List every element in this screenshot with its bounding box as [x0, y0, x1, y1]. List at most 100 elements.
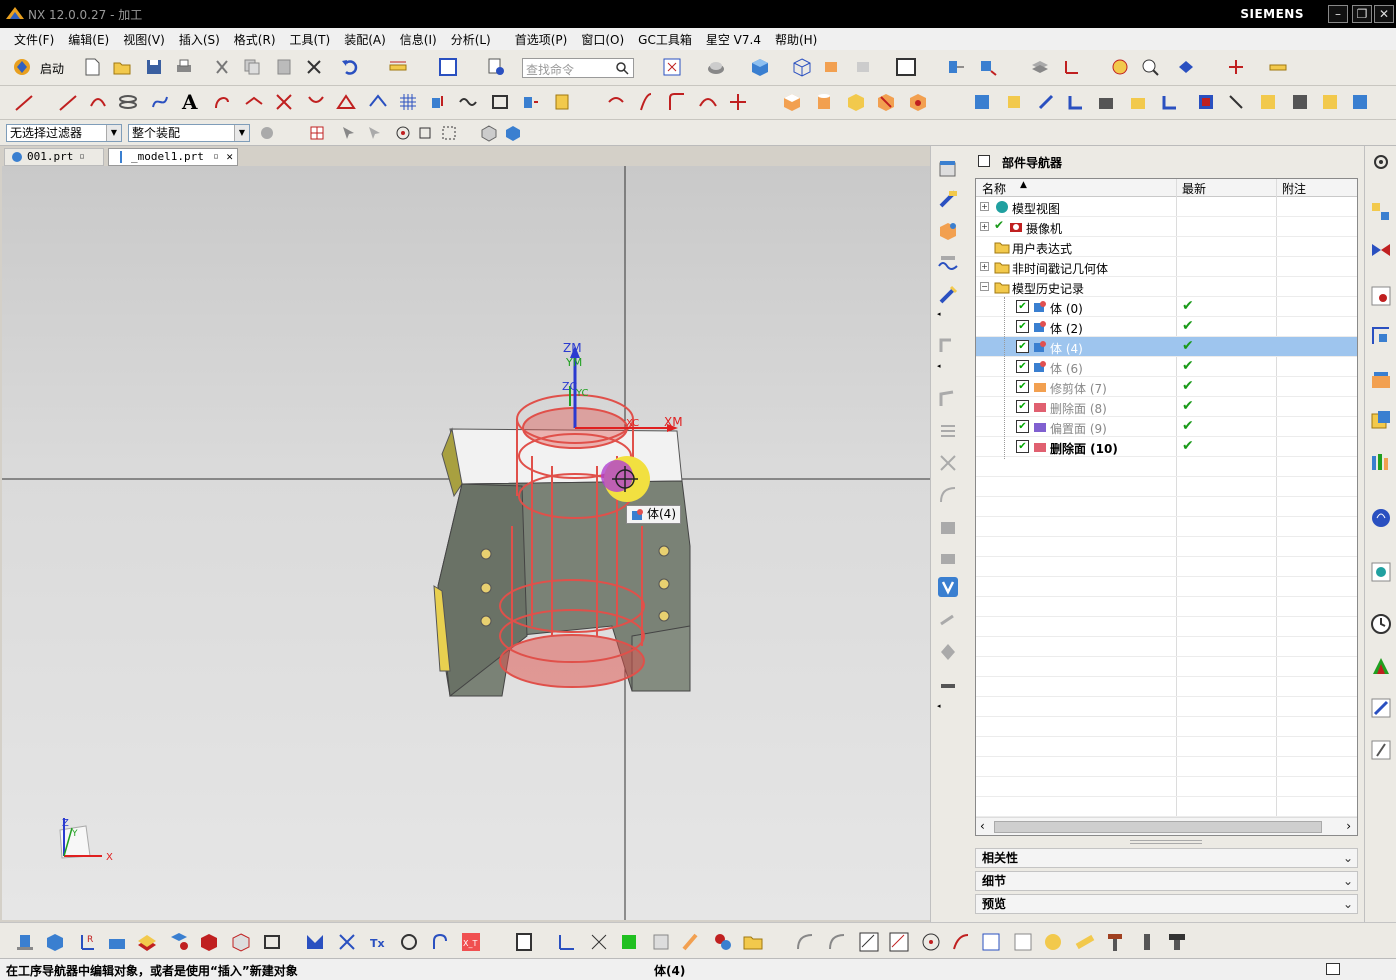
verify-path-icon[interactable]	[937, 452, 959, 474]
history-palette-icon[interactable]	[1369, 560, 1393, 584]
hammer-tool-icon[interactable]	[1104, 931, 1126, 953]
tree-row[interactable]: ✔ 体 (4) ✔	[976, 337, 1357, 357]
arc-icon[interactable]	[88, 92, 108, 112]
visibility-checkbox[interactable]: ✔	[1016, 340, 1029, 353]
line-2-icon[interactable]	[58, 92, 78, 112]
expand-toggle-icon[interactable]: +	[980, 262, 989, 271]
replay-path-icon[interactable]	[937, 388, 959, 410]
open-folder-icon[interactable]	[112, 57, 132, 77]
save-icon[interactable]	[144, 57, 164, 77]
menu-gc-toolbox[interactable]: GC工具箱	[638, 31, 692, 48]
red-box-icon[interactable]	[198, 931, 220, 953]
type-filter-select[interactable]: 无选择过滤器 ▼	[6, 124, 122, 142]
background-icon[interactable]	[896, 57, 916, 77]
tree-row[interactable]: ✔ 删除面 (10) ✔	[976, 437, 1357, 457]
ruler-tool-icon[interactable]	[1074, 931, 1096, 953]
selection-toggle-icon[interactable]	[1176, 57, 1196, 77]
tool-bit-icon[interactable]	[1136, 931, 1158, 953]
magnifier-icon[interactable]	[1140, 57, 1160, 77]
box-icon[interactable]	[782, 92, 802, 112]
tree-row[interactable]: + ✔ 摄像机	[976, 217, 1357, 237]
minimize-button[interactable]: –	[1328, 5, 1348, 23]
select-cursor-icon[interactable]	[340, 124, 358, 142]
column-latest[interactable]: 最新	[1182, 180, 1206, 197]
section-details[interactable]: 细节 ⌄	[975, 871, 1358, 891]
move-face-icon[interactable]	[1004, 92, 1024, 112]
create-method-icon[interactable]	[937, 252, 959, 274]
visibility-checkbox[interactable]: ✔	[1016, 320, 1029, 333]
fixture-icon[interactable]	[937, 640, 959, 662]
reuse-library-icon[interactable]	[1350, 92, 1370, 112]
line-icon[interactable]	[14, 92, 34, 112]
gear-icon[interactable]	[1369, 150, 1393, 174]
wcs-icon[interactable]	[1062, 57, 1082, 77]
palette-icon[interactable]	[1042, 931, 1064, 953]
pull-face-icon[interactable]	[1036, 92, 1056, 112]
extrude-icon[interactable]	[428, 92, 448, 112]
tree-row[interactable]: − 模型历史记录	[976, 277, 1357, 297]
tree-row[interactable]: + 非时间戳记几何体	[976, 257, 1357, 277]
chart-view-icon[interactable]	[1012, 931, 1034, 953]
tree-row[interactable]: ✔ 体 (6) ✔	[976, 357, 1357, 377]
filter-settings-icon[interactable]	[258, 124, 276, 142]
rectangle-icon[interactable]	[490, 92, 510, 112]
resize-blend-icon[interactable]	[1128, 92, 1148, 112]
tab-model1-prt[interactable]: _model1.prt ▫ ✕	[108, 148, 238, 166]
tool-holder-2-icon[interactable]	[1166, 931, 1188, 953]
visibility-checkbox[interactable]: ✔	[1016, 300, 1029, 313]
machine-tool-nav-icon[interactable]	[1369, 368, 1393, 392]
fit-view-icon[interactable]	[662, 57, 682, 77]
tab-pin-icon[interactable]: ▫	[79, 149, 85, 165]
offset-region-icon[interactable]	[1066, 92, 1086, 112]
column-notes[interactable]: 附注	[1282, 180, 1306, 197]
chevron-down-icon[interactable]: ▼	[234, 125, 249, 141]
brush-icon[interactable]	[680, 931, 702, 953]
folder-import-icon[interactable]	[742, 931, 764, 953]
text-tool-icon[interactable]: A	[182, 90, 198, 114]
menu-format[interactable]: 格式(R)	[234, 31, 276, 48]
reuse-library-nav-icon[interactable]	[1369, 408, 1393, 432]
history-clock-icon[interactable]	[1369, 612, 1393, 636]
render-style-icon[interactable]	[706, 57, 726, 77]
scroll-left-icon[interactable]: ‹	[980, 819, 985, 833]
point-snap-icon[interactable]	[394, 124, 412, 142]
colorize-icon[interactable]	[712, 931, 734, 953]
analysis-icon[interactable]	[1110, 57, 1130, 77]
spline-icon[interactable]	[150, 92, 170, 112]
ruler-icon[interactable]	[1268, 57, 1288, 77]
info-icon[interactable]	[486, 57, 506, 77]
new-file-icon[interactable]	[82, 57, 102, 77]
green-box-icon[interactable]	[618, 931, 640, 953]
create-program-icon[interactable]	[14, 931, 36, 953]
shop-docs-icon[interactable]	[937, 546, 959, 568]
process-studio-icon[interactable]	[1369, 696, 1393, 720]
menu-window[interactable]: 窗口(O)	[581, 31, 624, 48]
graphics-viewport[interactable]: ZM YM ZC YC XC XM Z Y X 体(4)	[2, 166, 930, 920]
menu-file[interactable]: 文件(F)	[14, 31, 54, 48]
strip-scroll-icon[interactable]: ◂	[937, 362, 941, 370]
web-browser-icon[interactable]	[1369, 506, 1393, 530]
print-icon[interactable]	[174, 57, 194, 77]
grid-icon[interactable]	[1226, 57, 1246, 77]
section-dependencies[interactable]: 相关性 ⌄	[975, 848, 1358, 868]
csys-abs-icon[interactable]	[556, 931, 578, 953]
section-preview[interactable]: 预览 ⌄	[975, 894, 1358, 914]
show-hide-icon[interactable]	[822, 57, 842, 77]
machine-simulate-icon[interactable]	[937, 484, 959, 506]
hole-icon[interactable]	[908, 92, 928, 112]
snap-endpoint-icon[interactable]	[416, 124, 434, 142]
scroll-right-icon[interactable]: ›	[1346, 819, 1351, 833]
menu-insert[interactable]: 插入(S)	[179, 31, 220, 48]
pen-curve-icon[interactable]	[950, 931, 972, 953]
status-window-icon[interactable]	[1326, 963, 1340, 975]
constraints-icon[interactable]	[978, 57, 998, 77]
copy-face-icon[interactable]	[1258, 92, 1278, 112]
boundary-icon[interactable]	[262, 931, 284, 953]
delete-face-icon[interactable]	[1160, 92, 1180, 112]
helix-icon[interactable]	[118, 92, 138, 112]
menu-view[interactable]: 视图(V)	[123, 31, 165, 48]
workpiece-box-icon[interactable]	[44, 931, 66, 953]
layers-icon[interactable]	[136, 931, 158, 953]
mesh-icon[interactable]	[398, 92, 418, 112]
visibility-checkbox[interactable]: ✔	[1016, 400, 1029, 413]
